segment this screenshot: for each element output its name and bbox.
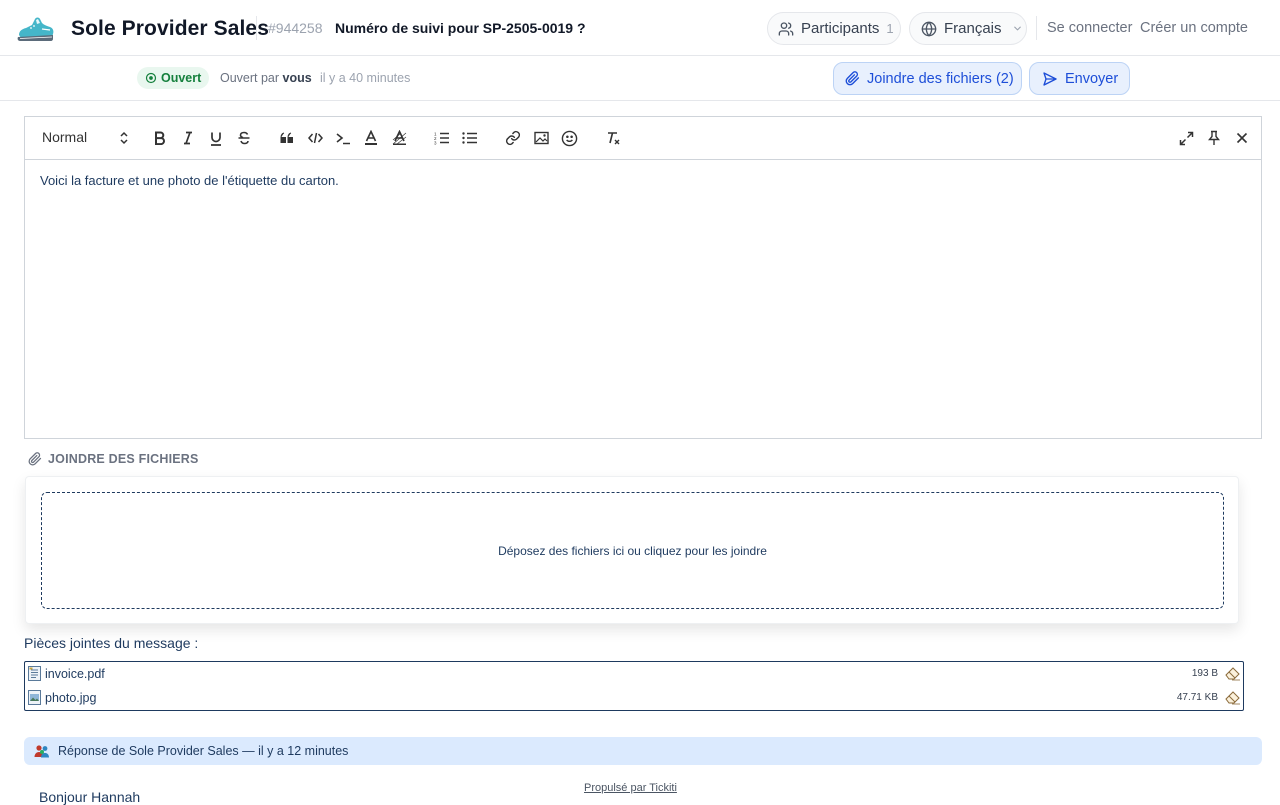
sneaker-logo-icon[interactable] (16, 13, 56, 45)
message-attachments-title: Pièces jointes du message : (24, 635, 199, 651)
ticket-id: #944258 (268, 20, 323, 36)
bullet-list-icon[interactable] (461, 129, 479, 147)
file-dropzone[interactable]: Déposez des fichiers ici ou cliquez pour… (41, 492, 1224, 609)
image-file-icon (28, 690, 41, 705)
send-icon (1043, 71, 1057, 86)
dropzone-card: Déposez des fichiers ici ou cliquez pour… (25, 476, 1239, 624)
emoji-icon[interactable] (560, 129, 578, 147)
participants-label: Participants (801, 20, 880, 37)
opened-time: il y a 40 minutes (320, 71, 411, 85)
attach-files-label: Joindre des fichiers (2) (867, 70, 1014, 87)
code-icon[interactable] (306, 129, 324, 147)
svg-text:3: 3 (434, 141, 437, 146)
send-label: Envoyer (1065, 70, 1119, 87)
paperclip-icon (845, 71, 860, 86)
opened-by-prefix: Ouvert par (220, 71, 280, 85)
editor-content[interactable]: Voici la facture et une photo de l'étiqu… (40, 173, 339, 188)
format-select-value: Normal (42, 129, 88, 145)
chevron-down-icon (1013, 26, 1021, 31)
auth-divider (1036, 16, 1037, 40)
header-divider (256, 16, 257, 40)
language-label: Français (944, 20, 1002, 37)
blockquote-icon[interactable] (278, 129, 296, 147)
attachment-size: 193 B (1191, 668, 1218, 679)
opened-by-user: vous (282, 71, 312, 85)
eraser-icon[interactable] (1224, 666, 1241, 681)
expand-icon[interactable] (1177, 129, 1195, 147)
participants-count: 1 (886, 21, 894, 36)
ordered-list-icon[interactable]: 123 (433, 129, 451, 147)
paperclip-icon (28, 452, 42, 466)
reply-header-text: Réponse de Sole Provider Sales — il y a … (58, 744, 349, 758)
editor-toolbar: Normal 123 (25, 117, 1261, 160)
clear-format-icon[interactable] (604, 129, 622, 147)
open-circle-icon (145, 72, 157, 84)
pin-icon[interactable] (1205, 129, 1223, 147)
strikethrough-icon[interactable] (235, 129, 253, 147)
attach-heading-label: JOINDRE DES FICHIERS (48, 452, 199, 466)
attachment-name[interactable]: invoice.pdf (45, 667, 105, 681)
status-badge: Ouvert (137, 67, 210, 89)
ticket-title: Numéro de suivi pour SP-2505-0019 ? (335, 20, 586, 36)
status-badge-label: Ouvert (161, 71, 202, 85)
status-bar: Ouvert Ouvert par vous il y a 40 minutes… (0, 56, 1280, 101)
highlight-color-icon[interactable] (390, 129, 408, 147)
underline-icon[interactable] (207, 129, 225, 147)
document-icon (28, 666, 41, 681)
updown-arrow-icon (120, 131, 128, 145)
attachment-row[interactable]: photo.jpg 47.71 KB (25, 686, 1243, 710)
top-bar: Sole Provider Sales #944258 Numéro de su… (0, 0, 1280, 56)
signup-link[interactable]: Créer un compte (1140, 20, 1248, 36)
italic-icon[interactable] (179, 129, 197, 147)
attachment-size: 47.71 KB (1176, 692, 1218, 703)
image-icon[interactable] (532, 129, 550, 147)
attachment-list: invoice.pdf 193 B photo.jpg 47.71 KB (24, 661, 1244, 711)
attachment-name[interactable]: photo.jpg (45, 691, 96, 705)
text-color-icon[interactable] (362, 129, 380, 147)
bold-icon[interactable] (151, 129, 169, 147)
login-link[interactable]: Se connecter (1047, 20, 1132, 36)
attach-files-button[interactable]: Joindre des fichiers (2) (833, 62, 1022, 95)
close-icon[interactable] (1233, 129, 1251, 147)
attach-files-heading: JOINDRE DES FICHIERS (28, 452, 199, 466)
brand-name[interactable]: Sole Provider Sales (71, 17, 269, 41)
participants-button[interactable]: Participants 1 (767, 12, 901, 45)
reply-body: Bonjour Hannah (39, 789, 141, 805)
users-icon (778, 21, 794, 36)
send-button[interactable]: Envoyer (1029, 62, 1130, 95)
dropzone-text: Déposez des fichiers ici ou cliquez pour… (498, 543, 767, 558)
globe-icon (921, 21, 937, 36)
reply-header: Réponse de Sole Provider Sales — il y a … (24, 737, 1262, 765)
link-icon[interactable] (504, 129, 522, 147)
opened-by: Ouvert par vous (220, 71, 312, 85)
attachment-row[interactable]: invoice.pdf 193 B (25, 662, 1243, 686)
powered-by-link[interactable]: Propulsé par Tickiti (584, 782, 677, 794)
users-group-icon (34, 744, 49, 757)
format-select[interactable]: Normal (42, 129, 128, 149)
code-block-icon[interactable] (334, 129, 352, 147)
eraser-icon[interactable] (1224, 690, 1241, 705)
language-select[interactable]: Français (909, 12, 1027, 45)
message-editor: Normal 123 Voici la facture et une photo… (24, 116, 1262, 439)
